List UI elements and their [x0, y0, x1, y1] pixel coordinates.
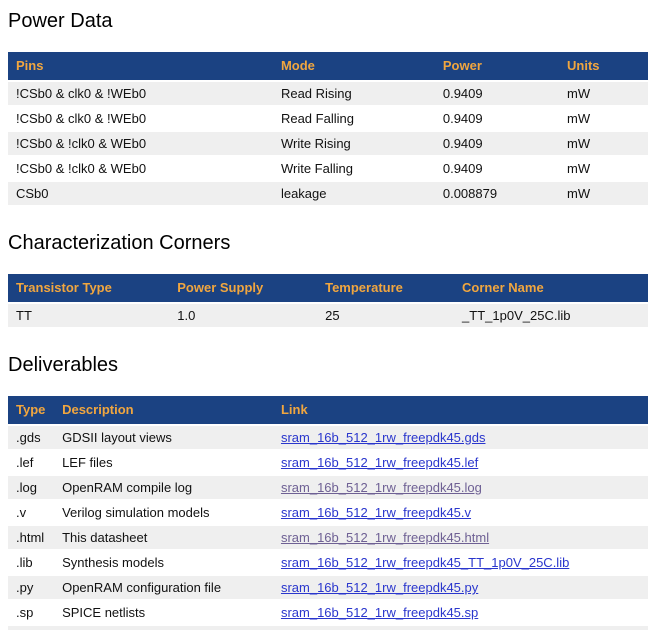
- power-data-table: PinsModePowerUnits!CSb0 & clk0 & !WEb0Re…: [8, 50, 648, 207]
- deliverable-link[interactable]: sram_16b_512_1rw_freepdk45.html: [281, 530, 489, 545]
- table-cell: Verilog simulation models: [54, 501, 273, 524]
- column-header: Units: [559, 52, 648, 80]
- deliverable-link[interactable]: sram_16b_512_1rw_freepdk45.gds: [281, 430, 486, 445]
- table-cell: OpenRAM configuration file: [54, 576, 273, 599]
- table-cell: .lib: [8, 551, 54, 574]
- table-cell: !CSb0 & clk0 & !WEb0: [8, 107, 273, 130]
- table-cell: OpenRAM compile log: [54, 476, 273, 499]
- deliverable-link[interactable]: sram_16b_512_1rw_freepdk45.py: [281, 580, 478, 595]
- table-cell: sram_16b_512_1rw_freepdk45.sp: [273, 601, 648, 624]
- column-header: Temperature: [317, 274, 454, 302]
- table-row: !CSb0 & !clk0 & WEb0Write Rising0.9409mW: [8, 132, 648, 155]
- table-row: .libSynthesis models sram_16b_512_1rw_fre…: [8, 551, 648, 574]
- column-header: Link: [273, 396, 648, 424]
- section-title-deliverables: Deliverables: [8, 354, 648, 377]
- cutoff-row-stripe: [8, 626, 648, 630]
- table-cell: sram_16b_512_1rw_freepdk45.lef: [273, 451, 648, 474]
- section-title-power-data: Power Data: [8, 10, 648, 33]
- table-cell: mW: [559, 132, 648, 155]
- table-cell: .html: [8, 526, 54, 549]
- header-row: TypeDescriptionLink: [8, 396, 648, 424]
- table-cell: GDSII layout views: [54, 426, 273, 449]
- table-row: CSb0leakage0.008879mW: [8, 182, 648, 205]
- table-cell: .lef: [8, 451, 54, 474]
- table-row: .spSPICE netlists sram_16b_512_1rw_freepd…: [8, 601, 648, 624]
- table-row: .vVerilog simulation models sram_16b_512_…: [8, 501, 648, 524]
- table-cell: !CSb0 & !clk0 & WEb0: [8, 157, 273, 180]
- deliverable-link[interactable]: sram_16b_512_1rw_freepdk45.v: [281, 505, 471, 520]
- table-cell: sram_16b_512_1rw_freepdk45.v: [273, 501, 648, 524]
- table-cell: TT: [8, 304, 169, 327]
- column-header: Transistor Type: [8, 274, 169, 302]
- column-header: Power: [435, 52, 559, 80]
- table-cell: .py: [8, 576, 54, 599]
- table-row: .pyOpenRAM configuration file sram_16b_51…: [8, 576, 648, 599]
- table-cell: 0.9409: [435, 82, 559, 105]
- table-cell: .log: [8, 476, 54, 499]
- table-row: !CSb0 & clk0 & !WEb0Read Falling0.9409mW: [8, 107, 648, 130]
- column-header: Corner Name: [454, 274, 648, 302]
- deliverables-table: TypeDescriptionLink.gdsGDSII layout view…: [8, 394, 648, 626]
- characterization-corners-table: Transistor TypePower SupplyTemperatureCo…: [8, 272, 648, 329]
- table-cell: !CSb0 & !clk0 & WEb0: [8, 132, 273, 155]
- table-cell: Read Falling: [273, 107, 435, 130]
- table-cell: 0.9409: [435, 132, 559, 155]
- table-row: .gdsGDSII layout views sram_16b_512_1rw_f…: [8, 426, 648, 449]
- table-cell: mW: [559, 182, 648, 205]
- table-cell: .sp: [8, 601, 54, 624]
- datasheet-page: Power Data PinsModePowerUnits!CSb0 & clk…: [0, 0, 660, 630]
- table-cell: .v: [8, 501, 54, 524]
- table-cell: mW: [559, 157, 648, 180]
- table-cell: sram_16b_512_1rw_freepdk45.py: [273, 576, 648, 599]
- table-cell: mW: [559, 107, 648, 130]
- table-cell: LEF files: [54, 451, 273, 474]
- table-cell: _TT_1p0V_25C.lib: [454, 304, 648, 327]
- deliverable-link[interactable]: sram_16b_512_1rw_freepdk45.log: [281, 480, 482, 495]
- table-cell: 1.0: [169, 304, 317, 327]
- table-cell: .gds: [8, 426, 54, 449]
- section-title-characterization-corners: Characterization Corners: [8, 232, 648, 255]
- table-row: .lefLEF files sram_16b_512_1rw_freepdk45.…: [8, 451, 648, 474]
- table-cell: SPICE netlists: [54, 601, 273, 624]
- header-row: PinsModePowerUnits: [8, 52, 648, 80]
- column-header: Mode: [273, 52, 435, 80]
- table-cell: sram_16b_512_1rw_freepdk45_TT_1p0V_25C.l…: [273, 551, 648, 574]
- table-cell: 0.9409: [435, 157, 559, 180]
- table-cell: 25: [317, 304, 454, 327]
- table-cell: Write Falling: [273, 157, 435, 180]
- table-cell: sram_16b_512_1rw_freepdk45.html: [273, 526, 648, 549]
- table-row: !CSb0 & clk0 & !WEb0Read Rising0.9409mW: [8, 82, 648, 105]
- column-header: Type: [8, 396, 54, 424]
- header-row: Transistor TypePower SupplyTemperatureCo…: [8, 274, 648, 302]
- table-row: .logOpenRAM compile log sram_16b_512_1rw_…: [8, 476, 648, 499]
- table-cell: sram_16b_512_1rw_freepdk45.log: [273, 476, 648, 499]
- column-header: Description: [54, 396, 273, 424]
- table-cell: CSb0: [8, 182, 273, 205]
- deliverable-link[interactable]: sram_16b_512_1rw_freepdk45.sp: [281, 605, 478, 620]
- table-cell: This datasheet: [54, 526, 273, 549]
- table-cell: leakage: [273, 182, 435, 205]
- table-cell: !CSb0 & clk0 & !WEb0: [8, 82, 273, 105]
- table-cell: sram_16b_512_1rw_freepdk45.gds: [273, 426, 648, 449]
- table-cell: 0.9409: [435, 107, 559, 130]
- table-row: !CSb0 & !clk0 & WEb0Write Falling0.9409m…: [8, 157, 648, 180]
- column-header: Pins: [8, 52, 273, 80]
- table-cell: mW: [559, 82, 648, 105]
- deliverable-link[interactable]: sram_16b_512_1rw_freepdk45_TT_1p0V_25C.l…: [281, 555, 569, 570]
- table-cell: Write Rising: [273, 132, 435, 155]
- table-row: TT1.025_TT_1p0V_25C.lib: [8, 304, 648, 327]
- table-row: .htmlThis datasheet sram_16b_512_1rw_free…: [8, 526, 648, 549]
- deliverable-link[interactable]: sram_16b_512_1rw_freepdk45.lef: [281, 455, 478, 470]
- column-header: Power Supply: [169, 274, 317, 302]
- table-cell: Read Rising: [273, 82, 435, 105]
- table-cell: Synthesis models: [54, 551, 273, 574]
- table-cell: 0.008879: [435, 182, 559, 205]
